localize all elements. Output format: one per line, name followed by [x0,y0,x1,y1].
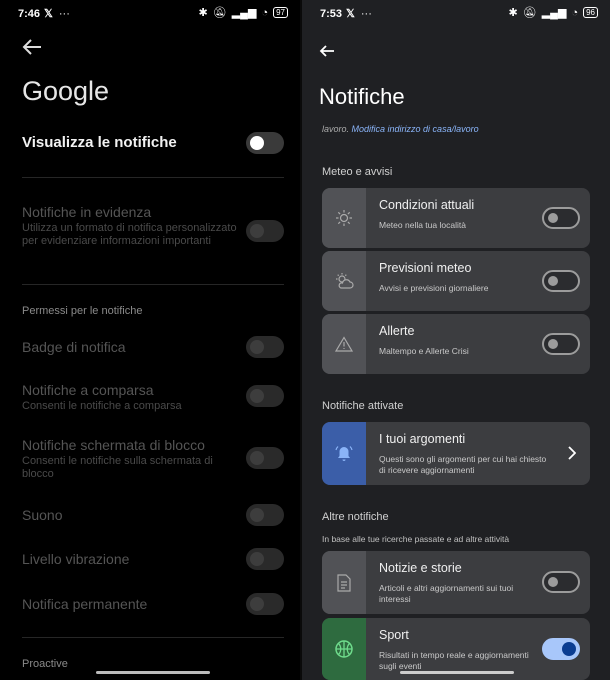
popup-label: Notifiche a comparsa [22,382,154,398]
battery-icon: 96 [583,7,598,18]
signal-icon: ▂▄▆ [231,7,257,19]
address-note-prefix: lavoro. [322,124,350,134]
featured-desc: Utilizza un formato di notifica personal… [22,222,237,247]
active-section: Notifiche attivate [322,400,404,412]
featured-row[interactable]: Notifiche in evidenza Utilizza un format… [22,204,284,248]
alerts-toggle[interactable] [542,333,580,355]
card-title: Allerte [379,324,415,338]
card-desc: Risultati in tempo reale e aggiornamenti… [379,650,529,671]
news-toggle[interactable] [542,571,580,593]
home-indicator[interactable] [400,671,514,674]
divider [22,637,284,638]
wifi-icon: ◔ [571,6,579,19]
forecast-toggle[interactable] [542,270,580,292]
edit-address-link[interactable]: Modifica indirizzo di casa/lavoro [352,124,479,134]
battery-icon: 97 [273,7,288,18]
card-title: I tuoi argomenti [379,432,466,446]
forecast-card[interactable]: Previsioni meteo Avvisi e previsioni gio… [322,251,590,311]
vibration-label: Livello vibrazione [22,551,130,567]
card-title: Condizioni attuali [379,198,475,212]
card-desc: Avvisi e previsioni giornaliere [379,283,489,293]
badge-label: Badge di notifica [22,339,126,355]
news-card[interactable]: Notizie e storie Articoli e altri aggior… [322,551,590,614]
bluetooth-icon: ✱ [508,7,518,19]
lockscreen-desc: Consenti le notifiche sulla schermata di… [22,455,213,480]
sound-toggle[interactable] [246,504,284,526]
article-icon [322,551,366,614]
divider [22,284,284,285]
sound-row[interactable]: Suono [22,504,284,526]
left-screen: 7:46 𝕏 ··· ✱ 🔕︎ ▂▄▆ ◔ 97 Google Visualiz… [0,0,300,680]
right-screen: 7:53 𝕏 ··· ✱ 🔕︎ ▂▄▆ ◔ 96 Notifiche lavor… [302,0,610,680]
more-icon: ··· [58,7,70,20]
wifi-icon: ◔ [261,6,269,19]
basketball-icon [322,618,366,680]
partly-cloudy-icon [322,251,366,311]
sun-icon [322,188,366,248]
lockscreen-toggle[interactable] [246,447,284,469]
card-desc: Articoli e altri aggiornamenti sui tuoi … [379,583,514,604]
status-bar: 7:53 𝕏 ··· ✱ 🔕︎ ▂▄▆ ◔ 96 [302,0,610,26]
back-arrow-icon[interactable] [22,38,42,56]
x-app-icon: 𝕏 [44,8,53,20]
show-notifications-row[interactable]: Visualizza le notifiche [22,132,284,154]
card-title: Previsioni meteo [379,261,472,275]
vibration-toggle[interactable] [246,548,284,570]
lockscreen-row[interactable]: Notifiche schermata di blocco Consenti l… [22,437,284,481]
other-section: Altre notifiche [322,511,389,523]
show-notifications-toggle[interactable] [246,132,284,154]
popup-toggle[interactable] [246,385,284,407]
chevron-right-icon [568,446,576,460]
featured-label: Notifiche in evidenza [22,204,152,220]
popup-row[interactable]: Notifiche a comparsa Consenti le notific… [22,382,284,413]
more-icon: ··· [360,7,372,20]
permanent-label: Notifica permanente [22,596,148,612]
back-arrow-icon[interactable] [319,44,335,58]
permanent-row[interactable]: Notifica permanente [22,593,284,615]
alerts-card[interactable]: Allerte Maltempo e Allerte Crisi [322,314,590,374]
card-desc: Meteo nella tua località [379,220,466,230]
sport-toggle[interactable] [542,638,580,660]
proactive-section: Proactive [22,658,68,670]
card-desc: Questi sono gli argomenti per cui hai ch… [379,454,547,475]
mute-icon: 🔕︎ [212,7,227,19]
sound-label: Suono [22,507,63,523]
x-app-icon: 𝕏 [346,8,355,20]
card-desc: Maltempo e Allerte Crisi [379,346,469,356]
show-notifications-label: Visualizza le notifiche [22,134,177,151]
card-title: Notizie e storie [379,561,462,575]
divider [22,177,284,178]
status-bar: 7:46 𝕏 ··· ✱ 🔕︎ ▂▄▆ ◔ 97 [0,0,300,26]
page-title: Notifiche [319,84,405,109]
other-section-desc: In base alle tue ricerche passate e ad a… [322,534,510,544]
permanent-toggle[interactable] [246,593,284,615]
status-time: 7:46 [18,8,41,20]
current-conditions-toggle[interactable] [542,207,580,229]
lockscreen-label: Notifiche schermata di blocco [22,437,205,453]
status-time: 7:53 [320,8,343,20]
badge-toggle[interactable] [246,336,284,358]
your-topics-card[interactable]: I tuoi argomenti Questi sono gli argomen… [322,422,590,485]
address-note: lavoro. Modifica indirizzo di casa/lavor… [322,124,479,134]
warning-icon [322,314,366,374]
bell-ringing-icon [322,422,366,485]
home-indicator[interactable] [96,671,210,674]
permissions-section: Permessi per le notifiche [22,305,143,317]
badge-row[interactable]: Badge di notifica [22,336,284,358]
current-conditions-card[interactable]: Condizioni attuali Meteo nella tua local… [322,188,590,248]
featured-toggle[interactable] [246,220,284,242]
vibration-row[interactable]: Livello vibrazione [22,548,284,570]
card-title: Sport [379,628,409,642]
mute-icon: 🔕︎ [522,7,537,19]
popup-desc: Consenti le notifiche a comparsa [22,400,182,412]
page-title: Google [22,76,110,106]
weather-section: Meteo e avvisi [322,166,393,178]
bluetooth-icon: ✱ [198,7,208,19]
signal-icon: ▂▄▆ [541,7,567,19]
